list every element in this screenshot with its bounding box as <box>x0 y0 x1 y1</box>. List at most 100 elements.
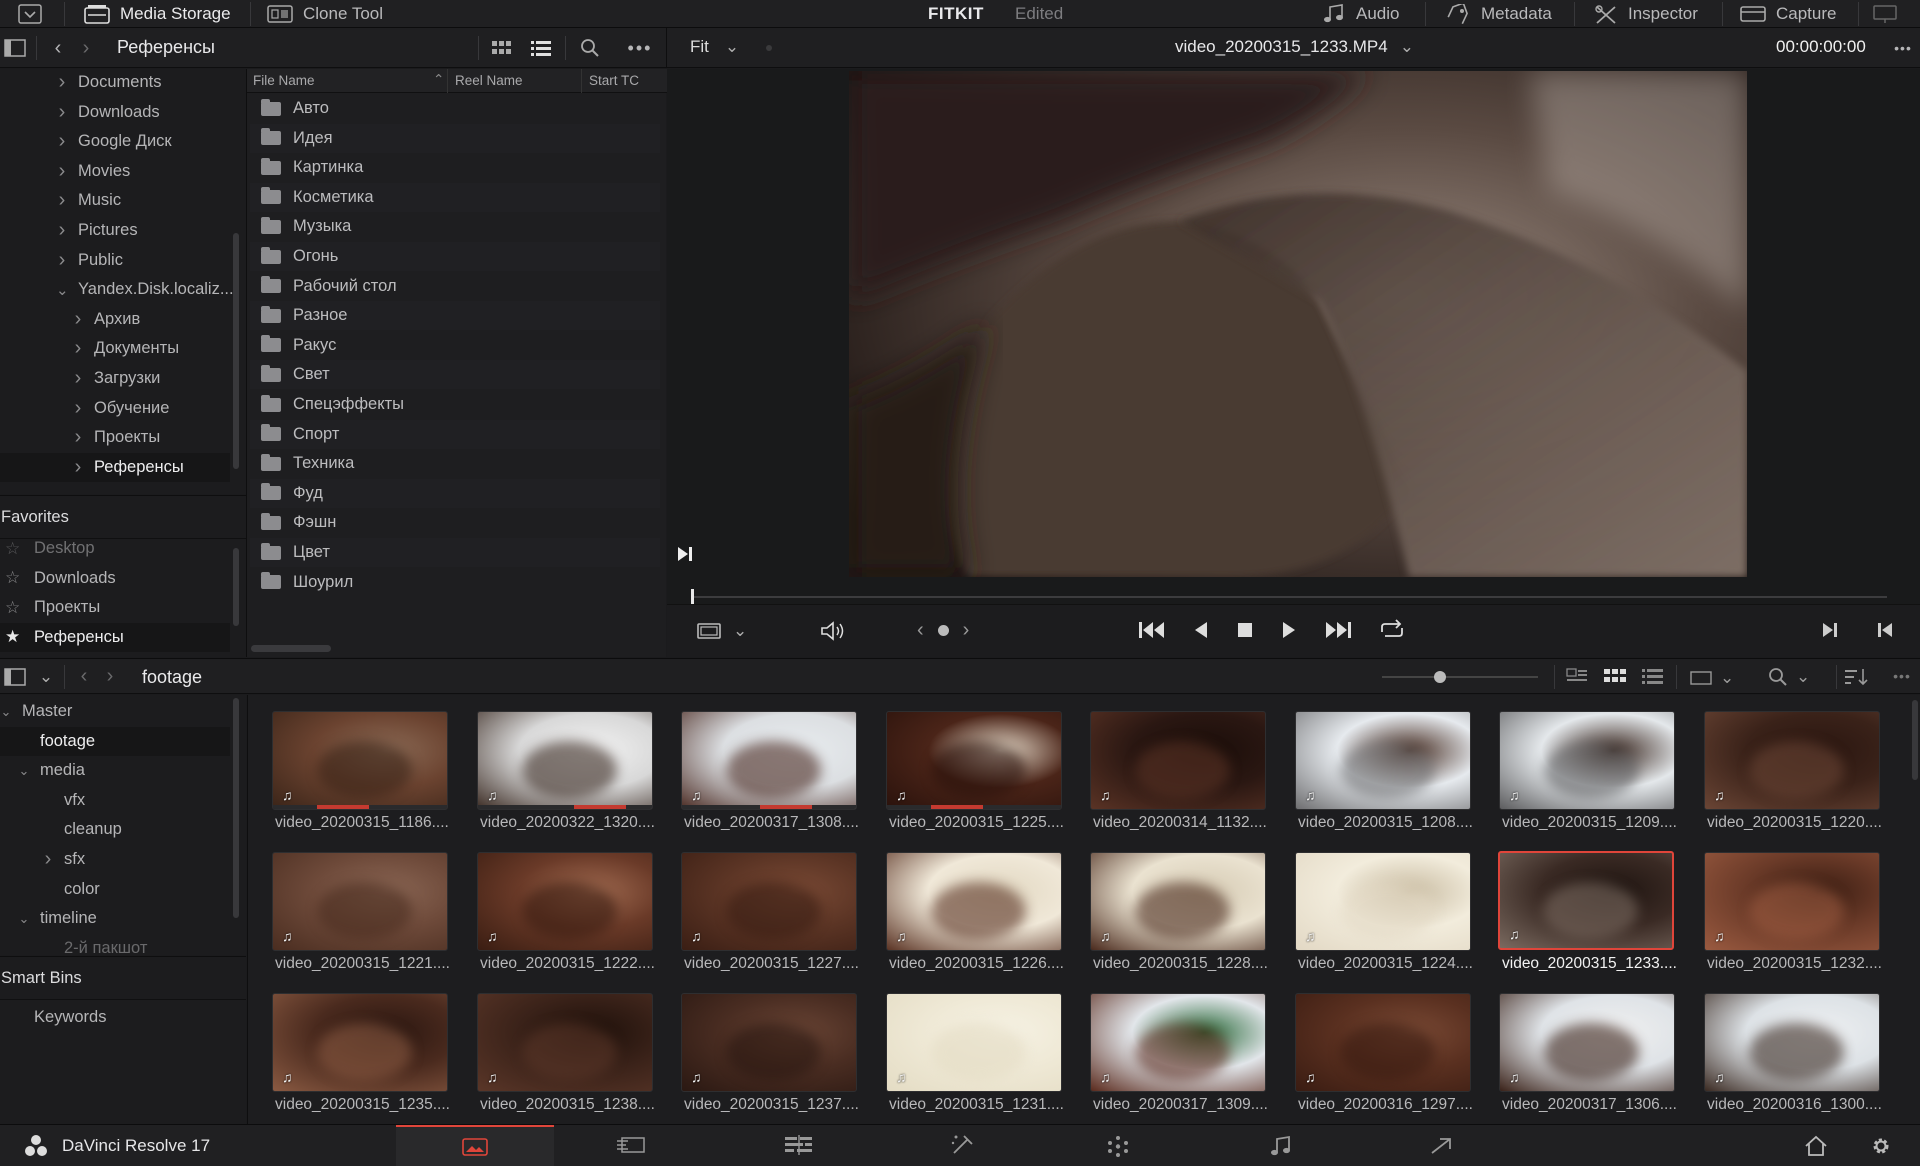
file-row[interactable]: Огонь <box>250 242 660 271</box>
metadata-view-icon[interactable] <box>1566 668 1588 684</box>
clip-preview[interactable]: ♫ <box>886 711 1062 810</box>
chevron-right-icon[interactable]: › <box>56 130 68 153</box>
favorite-item[interactable]: ☆ Проекты <box>0 593 230 622</box>
tree-item[interactable]: › Downloads <box>56 98 230 127</box>
zoom-dropdown[interactable]: Fit ⌄ <box>690 37 739 57</box>
bin-item[interactable]: cleanup <box>0 815 230 844</box>
page-tab-fairlight[interactable] <box>1270 1135 1292 1157</box>
favorite-item[interactable]: ☆ Desktop <box>0 534 230 563</box>
clip-preview[interactable]: ♫ <box>477 852 653 951</box>
pool-search-button[interactable]: ⌄ <box>1768 667 1810 687</box>
list-view-button[interactable] <box>529 36 553 60</box>
clip-grid-scrollbar[interactable] <box>1912 700 1918 780</box>
tree-item[interactable]: › Movies <box>56 157 230 186</box>
tree-item[interactable]: › Проекты <box>72 423 230 452</box>
browser-options-button[interactable]: ••• <box>626 36 654 60</box>
page-tab-edit[interactable] <box>784 1135 814 1155</box>
favorites-scrollbar[interactable] <box>233 548 239 626</box>
clip-filter-dropdown[interactable]: ⌄ <box>1690 668 1734 688</box>
chevron-right-icon[interactable]: › <box>56 101 68 124</box>
clip-preview[interactable]: ♫ <box>272 711 448 810</box>
chevron-right-icon[interactable]: › <box>72 337 84 360</box>
file-row[interactable]: Картинка <box>250 153 660 182</box>
sort-button[interactable] <box>1844 667 1870 687</box>
file-list-hscrollbar[interactable] <box>251 645 331 652</box>
page-tab-color[interactable] <box>1106 1135 1130 1157</box>
chevron-right-icon[interactable]: › <box>72 367 84 390</box>
tree-item[interactable]: › Загрузки <box>72 364 230 393</box>
tree-item[interactable]: › Public <box>56 246 230 275</box>
clip-preview[interactable]: ♫ <box>1499 993 1675 1092</box>
file-row[interactable]: Фуд <box>250 478 660 508</box>
timeline-scrubber[interactable] <box>691 596 1887 598</box>
viewer-options-button[interactable]: ••• <box>1888 36 1918 60</box>
thumbnail-size-slider-handle[interactable] <box>1434 671 1446 683</box>
clone-tool-button[interactable]: Clone Tool <box>267 0 383 28</box>
favorite-item[interactable]: ★ Референсы <box>0 622 230 652</box>
column-header-reel-name[interactable]: Reel Name <box>455 73 523 88</box>
smart-bin-keywords[interactable]: Keywords <box>34 1008 106 1027</box>
tree-item[interactable]: › Референсы <box>0 452 230 482</box>
play-icon[interactable] <box>1279 619 1299 641</box>
loop-icon[interactable] <box>1377 619 1407 641</box>
thumbnail-view-icon[interactable] <box>1604 668 1626 684</box>
chevron-right-icon[interactable]: › <box>56 249 68 272</box>
page-tab-deliver[interactable] <box>1428 1135 1454 1157</box>
favorite-item[interactable]: ☆ Downloads <box>0 564 230 593</box>
chevron-right-icon[interactable]: › <box>42 848 54 871</box>
file-row[interactable]: Идея <box>250 123 660 153</box>
bin-forward-button[interactable]: › <box>100 665 120 687</box>
bin-list-toggle-button[interactable] <box>2 666 28 688</box>
audio-button[interactable]: Audio <box>1322 0 1399 28</box>
clip-preview[interactable]: ♫ <box>1090 852 1266 951</box>
clip-preview[interactable]: ♫ <box>272 852 448 951</box>
capture-button[interactable]: Capture <box>1740 0 1836 28</box>
forward-button[interactable]: › <box>76 36 96 60</box>
chevron-down-icon[interactable]: ⌄ <box>0 704 12 720</box>
bin-item[interactable]: › sfx <box>0 845 230 874</box>
thumbnail-view-button[interactable] <box>490 36 514 60</box>
bin-back-button[interactable]: ‹ <box>74 665 94 687</box>
chevron-right-icon[interactable]: › <box>56 71 68 94</box>
file-row[interactable]: Косметика <box>250 182 660 212</box>
file-row[interactable]: Шоурил <box>250 568 660 597</box>
page-tab-cut[interactable] <box>616 1135 646 1155</box>
clip-preview[interactable]: ♫ <box>681 711 857 810</box>
clip-name-dropdown[interactable]: video_20200315_1233.MP4 ⌄ <box>1175 37 1414 57</box>
clip-preview[interactable]: ♫ <box>1090 993 1266 1092</box>
tree-item[interactable]: › Документы <box>72 334 230 363</box>
file-row[interactable]: Фэшн <box>250 508 660 537</box>
file-row[interactable]: Рабочий стол <box>250 272 660 301</box>
tree-item[interactable]: › Music <box>56 186 230 215</box>
clip-preview[interactable]: ♫ <box>272 993 448 1092</box>
file-row[interactable]: Музыка <box>250 212 660 241</box>
column-header-file-name[interactable]: File Name <box>253 73 315 88</box>
chevron-right-icon[interactable]: › <box>56 160 68 183</box>
clip-preview[interactable]: ♫ <box>1295 993 1471 1092</box>
file-row[interactable]: Ракус <box>250 331 660 360</box>
mark-in-button[interactable] <box>1820 620 1840 640</box>
bin-item[interactable]: ⌄ timeline <box>0 904 230 933</box>
skip-to-end-icon[interactable] <box>1323 619 1353 641</box>
file-row[interactable]: Техника <box>250 449 660 478</box>
tree-item[interactable]: › Обучение <box>72 394 230 423</box>
tree-scrollbar[interactable] <box>233 233 239 469</box>
chevron-down-icon[interactable]: ⌄ <box>18 911 30 927</box>
chevron-right-icon[interactable]: › <box>56 219 68 242</box>
play-reverse-icon[interactable] <box>1191 619 1211 641</box>
home-button[interactable] <box>1804 1135 1828 1157</box>
clip-preview[interactable]: ♫ <box>681 993 857 1092</box>
bin-item[interactable]: ⌄ media <box>0 756 230 785</box>
tree-item[interactable]: › Архив <box>72 305 230 334</box>
tree-item[interactable]: › Pictures <box>56 216 230 245</box>
clip-preview[interactable]: ♫ <box>681 852 857 951</box>
column-header-start-tc[interactable]: Start TC <box>589 73 639 88</box>
clip-preview[interactable]: ♫ <box>477 711 653 810</box>
tree-item[interactable]: › Documents <box>56 68 230 97</box>
clip-preview[interactable]: ♫ <box>1295 852 1471 951</box>
chevron-right-icon[interactable]: › <box>72 426 84 449</box>
pool-options-button[interactable]: ••• <box>1886 665 1918 687</box>
go-to-end-button[interactable] <box>676 545 694 563</box>
chevron-right-icon[interactable]: › <box>56 189 68 212</box>
clip-preview[interactable]: ♫ <box>477 993 653 1092</box>
